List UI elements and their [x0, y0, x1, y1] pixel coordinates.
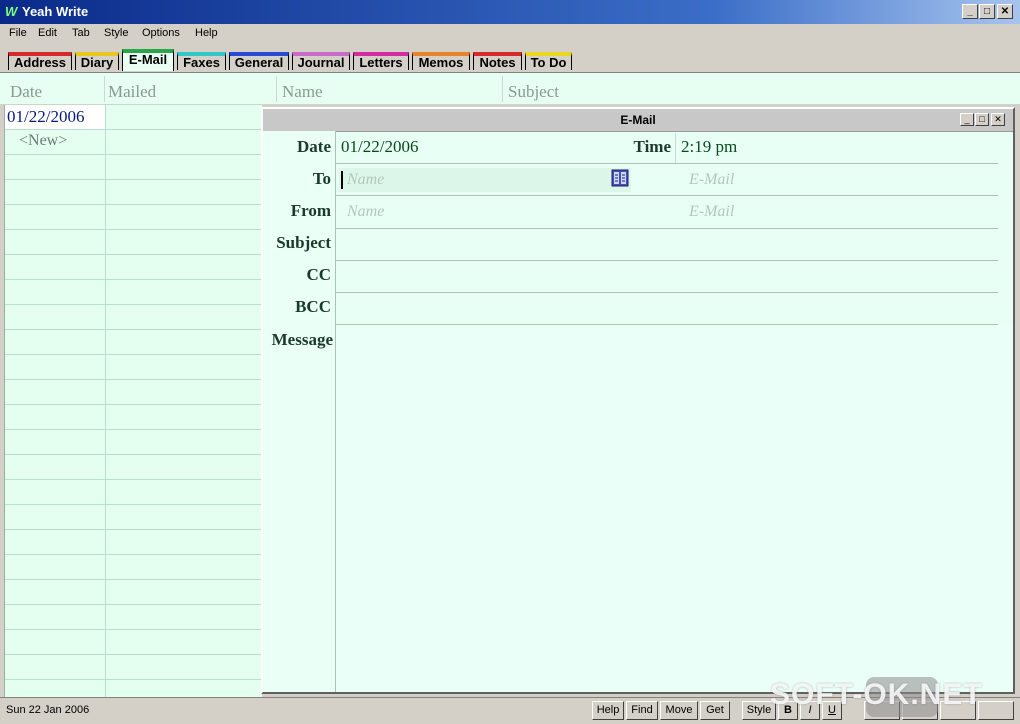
- list-item[interactable]: [5, 155, 262, 180]
- message-label: Message: [271, 330, 333, 349]
- find-button[interactable]: Find: [626, 701, 658, 720]
- menu-options[interactable]: Options: [142, 27, 180, 39]
- close-icon[interactable]: ✕: [997, 4, 1013, 19]
- column-name[interactable]: Name: [282, 82, 323, 102]
- minimize-icon[interactable]: _: [962, 4, 978, 19]
- tab-memos[interactable]: Memos: [412, 52, 470, 70]
- list-column-divider: [105, 105, 106, 698]
- restore-icon[interactable]: □: [979, 4, 995, 19]
- to-label: To: [312, 169, 331, 188]
- text-caret: [341, 171, 343, 189]
- row-divider: [336, 163, 998, 164]
- row-divider: [336, 195, 998, 196]
- list-item[interactable]: [5, 205, 262, 230]
- menu-style[interactable]: Style: [104, 27, 128, 39]
- column-divider[interactable]: [502, 76, 503, 102]
- to-name-placeholder: Name: [347, 171, 385, 188]
- email-window-titlebar[interactable]: E-Mail _ □ ✕: [263, 109, 1013, 132]
- column-header-row: Date Mailed Name Subject: [0, 73, 1020, 105]
- list-item[interactable]: [5, 580, 262, 605]
- tab-general[interactable]: General: [229, 52, 289, 70]
- to-email-input[interactable]: E-Mail: [689, 171, 734, 189]
- list-item[interactable]: [5, 455, 262, 480]
- column-mailed[interactable]: Mailed: [108, 82, 156, 102]
- list-item[interactable]: [5, 630, 262, 655]
- list-item-new[interactable]: <New>: [5, 130, 262, 155]
- message-textarea[interactable]: [336, 325, 1013, 692]
- child-close-icon[interactable]: ✕: [991, 113, 1005, 126]
- child-minimize-icon[interactable]: _: [960, 113, 974, 126]
- list-item[interactable]: [5, 355, 262, 380]
- from-name-input[interactable]: Name: [347, 203, 384, 221]
- time-divider: [675, 133, 676, 163]
- list-item[interactable]: [5, 480, 262, 505]
- list-item[interactable]: [5, 555, 262, 580]
- watermark-text: SOFT-OK.NET: [770, 678, 983, 711]
- tab-notes[interactable]: Notes: [473, 52, 522, 70]
- list-item[interactable]: [5, 530, 262, 555]
- status-date: Sun 22 Jan 2006: [6, 704, 90, 716]
- tab-faxes[interactable]: Faxes: [177, 52, 226, 70]
- column-divider[interactable]: [276, 76, 277, 102]
- cc-label: CC: [306, 265, 331, 284]
- list-item[interactable]: [5, 405, 262, 430]
- from-label: From: [290, 201, 331, 220]
- column-date[interactable]: Date: [10, 82, 42, 102]
- time-label: Time: [633, 137, 671, 156]
- cc-input[interactable]: [337, 261, 997, 291]
- column-divider[interactable]: [104, 76, 105, 102]
- list-item[interactable]: [5, 280, 262, 305]
- menu-tab[interactable]: Tab: [72, 27, 90, 39]
- exit-icon[interactable]: [978, 701, 1014, 720]
- subject-label: Subject: [276, 233, 331, 252]
- list-item[interactable]: [5, 305, 262, 330]
- list-item[interactable]: [5, 180, 262, 205]
- column-subject[interactable]: Subject: [508, 82, 559, 102]
- list-item-date: 01/22/2006: [7, 107, 85, 126]
- tab-letters[interactable]: Letters: [353, 52, 409, 70]
- menu-help[interactable]: Help: [195, 27, 218, 39]
- title-bar: W Yeah Write _ □ ✕: [0, 0, 1020, 24]
- list-item[interactable]: [5, 605, 262, 630]
- get-button[interactable]: Get: [700, 701, 730, 720]
- tab-diary[interactable]: Diary: [75, 52, 119, 70]
- list-item[interactable]: [5, 330, 262, 355]
- tab-to-do[interactable]: To Do: [525, 52, 572, 70]
- bcc-input[interactable]: [337, 293, 997, 323]
- time-field[interactable]: 2:19 pm: [681, 137, 737, 157]
- date-label: Date: [297, 137, 331, 156]
- email-window: E-Mail _ □ ✕ Date 01/22/2006 Time 2:19 p…: [261, 107, 1015, 694]
- help-button[interactable]: Help: [592, 701, 624, 720]
- list-item[interactable]: [5, 505, 262, 530]
- from-email-input[interactable]: E-Mail: [689, 203, 734, 221]
- date-field[interactable]: 01/22/2006: [341, 137, 418, 157]
- list-item[interactable]: 01/22/2006: [5, 105, 262, 130]
- email-window-title: E-Mail: [620, 113, 656, 127]
- list-item[interactable]: [5, 655, 262, 680]
- tab-e-mail[interactable]: E-Mail: [122, 49, 174, 71]
- subject-input[interactable]: [337, 229, 997, 259]
- list-item-new-label: <New>: [19, 132, 68, 149]
- record-list[interactable]: 01/22/2006 <New>: [4, 105, 262, 698]
- child-restore-icon[interactable]: □: [975, 113, 989, 126]
- window-title: Yeah Write: [22, 4, 89, 19]
- tab-strip: Address Diary E-Mail Faxes General Journ…: [0, 44, 1020, 73]
- list-item[interactable]: [5, 380, 262, 405]
- address-book-icon[interactable]: [611, 169, 629, 187]
- menu-bar: File Edit Tab Style Options Help: [0, 24, 1020, 44]
- menu-file[interactable]: File: [9, 27, 27, 39]
- list-item[interactable]: [5, 430, 262, 455]
- bcc-label: BCC: [295, 297, 331, 316]
- tab-journal[interactable]: Journal: [292, 52, 350, 70]
- yeah-write-app-icon[interactable]: W: [5, 5, 19, 19]
- move-button[interactable]: Move: [660, 701, 698, 720]
- list-item[interactable]: [5, 230, 262, 255]
- menu-edit[interactable]: Edit: [38, 27, 57, 39]
- list-item[interactable]: [5, 255, 262, 280]
- tab-address[interactable]: Address: [8, 52, 72, 70]
